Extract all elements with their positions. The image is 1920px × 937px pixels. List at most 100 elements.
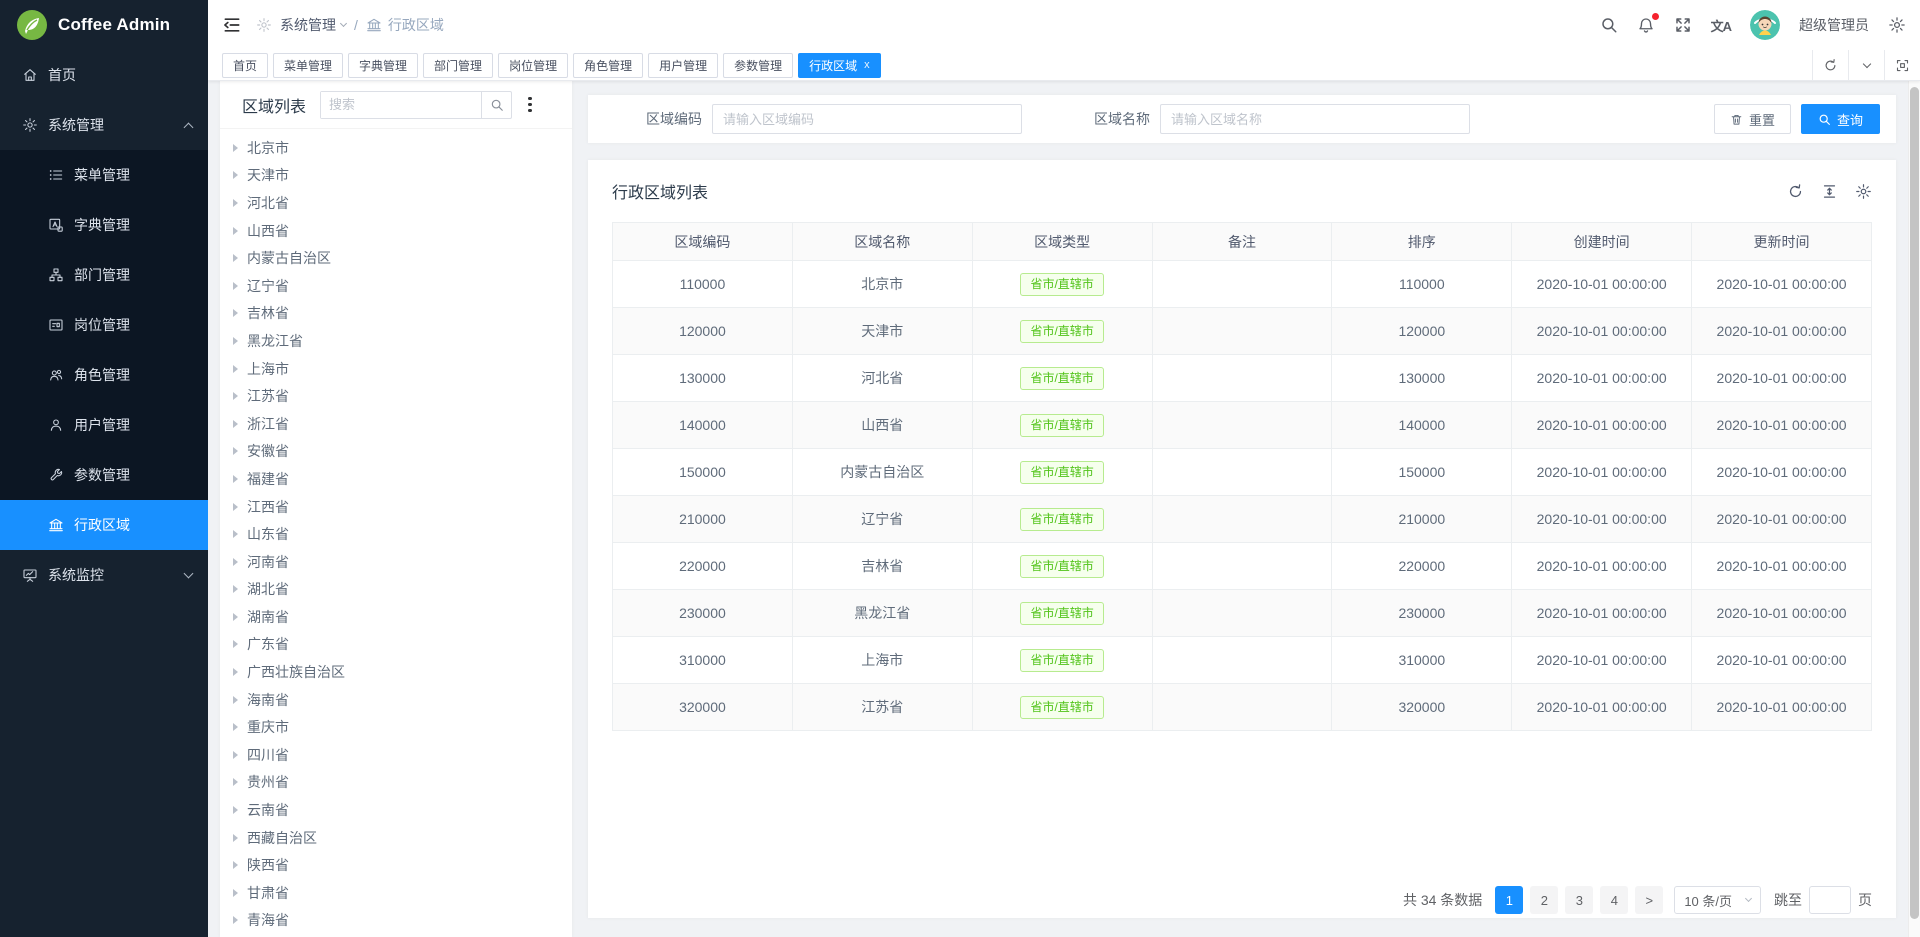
tree-item-安徽省[interactable]: 安徽省 [220, 438, 572, 466]
sidebar-item-首页[interactable]: 首页 [0, 50, 208, 100]
caret-right-icon[interactable] [233, 889, 238, 897]
caret-right-icon[interactable] [233, 144, 238, 152]
tree-search-input[interactable] [321, 92, 481, 118]
caret-right-icon[interactable] [233, 309, 238, 317]
page-button-3[interactable]: 3 [1565, 886, 1593, 914]
tab-首页[interactable]: 首页 [222, 53, 268, 78]
tree-item-山东省[interactable]: 山东省 [220, 520, 572, 548]
table-row[interactable]: 230000黑龙江省省市/直辖市2300002020-10-01 00:00:0… [613, 590, 1872, 637]
caret-right-icon[interactable] [233, 475, 238, 483]
menu-fold-icon[interactable] [222, 15, 242, 35]
caret-right-icon[interactable] [233, 337, 238, 345]
tree-item-重庆市[interactable]: 重庆市 [220, 713, 572, 741]
table-row[interactable]: 310000上海市省市/直辖市3100002020-10-01 00:00:00… [613, 637, 1872, 684]
table-row[interactable]: 120000天津市省市/直辖市1200002020-10-01 00:00:00… [613, 308, 1872, 355]
next-page-button[interactable]: > [1635, 886, 1663, 914]
caret-right-icon[interactable] [233, 916, 238, 924]
region-code-input[interactable] [712, 104, 1022, 134]
caret-right-icon[interactable] [233, 365, 238, 373]
page-size-select[interactable]: 10 条/页 [1674, 886, 1761, 914]
sidebar-item-岗位管理[interactable]: 岗位管理 [0, 300, 208, 350]
tree-item-广西壮族自治区[interactable]: 广西壮族自治区 [220, 658, 572, 686]
tree-item-江西省[interactable]: 江西省 [220, 493, 572, 521]
refresh-icon[interactable] [1787, 183, 1804, 200]
table-row[interactable]: 130000河北省省市/直辖市1300002020-10-01 00:00:00… [613, 355, 1872, 402]
maximize-icon[interactable] [1884, 50, 1920, 80]
caret-right-icon[interactable] [233, 227, 238, 235]
fullscreen-icon[interactable] [1674, 16, 1692, 34]
caret-right-icon[interactable] [233, 171, 238, 179]
tab-部门管理[interactable]: 部门管理 [423, 53, 493, 78]
caret-right-icon[interactable] [233, 751, 238, 759]
tree-item-青海省[interactable]: 青海省 [220, 907, 572, 935]
caret-right-icon[interactable] [233, 640, 238, 648]
caret-right-icon[interactable] [233, 834, 238, 842]
tree-item-湖北省[interactable]: 湖北省 [220, 576, 572, 604]
caret-right-icon[interactable] [233, 558, 238, 566]
tree-item-四川省[interactable]: 四川省 [220, 741, 572, 769]
tree-item-甘肃省[interactable]: 甘肃省 [220, 879, 572, 907]
tree-item-陕西省[interactable]: 陕西省 [220, 851, 572, 879]
tree-item-浙江省[interactable]: 浙江省 [220, 410, 572, 438]
tab-字典管理[interactable]: 字典管理 [348, 53, 418, 78]
sidebar-item-参数管理[interactable]: 参数管理 [0, 450, 208, 500]
tree-item-辽宁省[interactable]: 辽宁省 [220, 272, 572, 300]
caret-right-icon[interactable] [233, 254, 238, 262]
tree-item-贵州省[interactable]: 贵州省 [220, 769, 572, 797]
tree-item-黑龙江省[interactable]: 黑龙江省 [220, 327, 572, 355]
caret-right-icon[interactable] [233, 696, 238, 704]
sidebar-item-用户管理[interactable]: 用户管理 [0, 400, 208, 450]
caret-right-icon[interactable] [233, 392, 238, 400]
region-name-input[interactable] [1160, 104, 1470, 134]
tree-item-西藏自治区[interactable]: 西藏自治区 [220, 824, 572, 852]
translate-icon[interactable]: 文A [1711, 16, 1731, 35]
caret-right-icon[interactable] [233, 778, 238, 786]
table-row[interactable]: 210000辽宁省省市/直辖市2100002020-10-01 00:00:00… [613, 496, 1872, 543]
reset-button[interactable]: 重置 [1714, 104, 1791, 134]
username[interactable]: 超级管理员 [1799, 15, 1869, 35]
table-row[interactable]: 110000北京市省市/直辖市1100002020-10-01 00:00:00… [613, 261, 1872, 308]
tab-角色管理[interactable]: 角色管理 [573, 53, 643, 78]
caret-right-icon[interactable] [233, 503, 238, 511]
page-button-4[interactable]: 4 [1600, 886, 1628, 914]
sidebar-item-角色管理[interactable]: 角色管理 [0, 350, 208, 400]
caret-right-icon[interactable] [233, 613, 238, 621]
search-button[interactable]: 查询 [1801, 104, 1880, 134]
tree-item-上海市[interactable]: 上海市 [220, 355, 572, 383]
breadcrumb-section[interactable]: 系统管理 [280, 15, 346, 35]
sidebar-item-系统监控[interactable]: 系统监控 [0, 550, 208, 600]
row-density-icon[interactable] [1821, 183, 1838, 200]
bell-icon[interactable] [1637, 16, 1655, 34]
page-button-1[interactable]: 1 [1495, 886, 1523, 914]
caret-right-icon[interactable] [233, 282, 238, 290]
tree-item-福建省[interactable]: 福建省 [220, 465, 572, 493]
caret-right-icon[interactable] [233, 420, 238, 428]
sidebar-item-菜单管理[interactable]: 菜单管理 [0, 150, 208, 200]
sidebar-item-系统管理[interactable]: 系统管理 [0, 100, 208, 150]
sidebar-item-字典管理[interactable]: 字典管理 [0, 200, 208, 250]
app-logo[interactable]: Coffee Admin [0, 0, 208, 50]
refresh-icon[interactable] [1812, 50, 1848, 80]
tree-item-云南省[interactable]: 云南省 [220, 796, 572, 824]
caret-right-icon[interactable] [233, 723, 238, 731]
table-row[interactable]: 140000山西省省市/直辖市1400002020-10-01 00:00:00… [613, 402, 1872, 449]
caret-right-icon[interactable] [233, 585, 238, 593]
caret-right-icon[interactable] [233, 530, 238, 538]
sidebar-item-部门管理[interactable]: 部门管理 [0, 250, 208, 300]
tab-菜单管理[interactable]: 菜单管理 [273, 53, 343, 78]
table-row[interactable]: 320000江苏省省市/直辖市3200002020-10-01 00:00:00… [613, 684, 1872, 731]
tree-item-河南省[interactable]: 河南省 [220, 548, 572, 576]
tree-item-吉林省[interactable]: 吉林省 [220, 300, 572, 328]
caret-right-icon[interactable] [233, 806, 238, 814]
tree-item-海南省[interactable]: 海南省 [220, 686, 572, 714]
tree-item-山西省[interactable]: 山西省 [220, 217, 572, 245]
tree-item-北京市[interactable]: 北京市 [220, 134, 572, 162]
caret-right-icon[interactable] [233, 668, 238, 676]
caret-right-icon[interactable] [233, 199, 238, 207]
scrollbar-thumb[interactable] [1910, 87, 1919, 919]
tab-close-icon[interactable]: x [864, 60, 870, 71]
tab-参数管理[interactable]: 参数管理 [723, 53, 793, 78]
table-row[interactable]: 220000吉林省省市/直辖市2200002020-10-01 00:00:00… [613, 543, 1872, 590]
gear-icon[interactable] [1855, 183, 1872, 200]
vertical-scrollbar[interactable] [1908, 81, 1920, 937]
